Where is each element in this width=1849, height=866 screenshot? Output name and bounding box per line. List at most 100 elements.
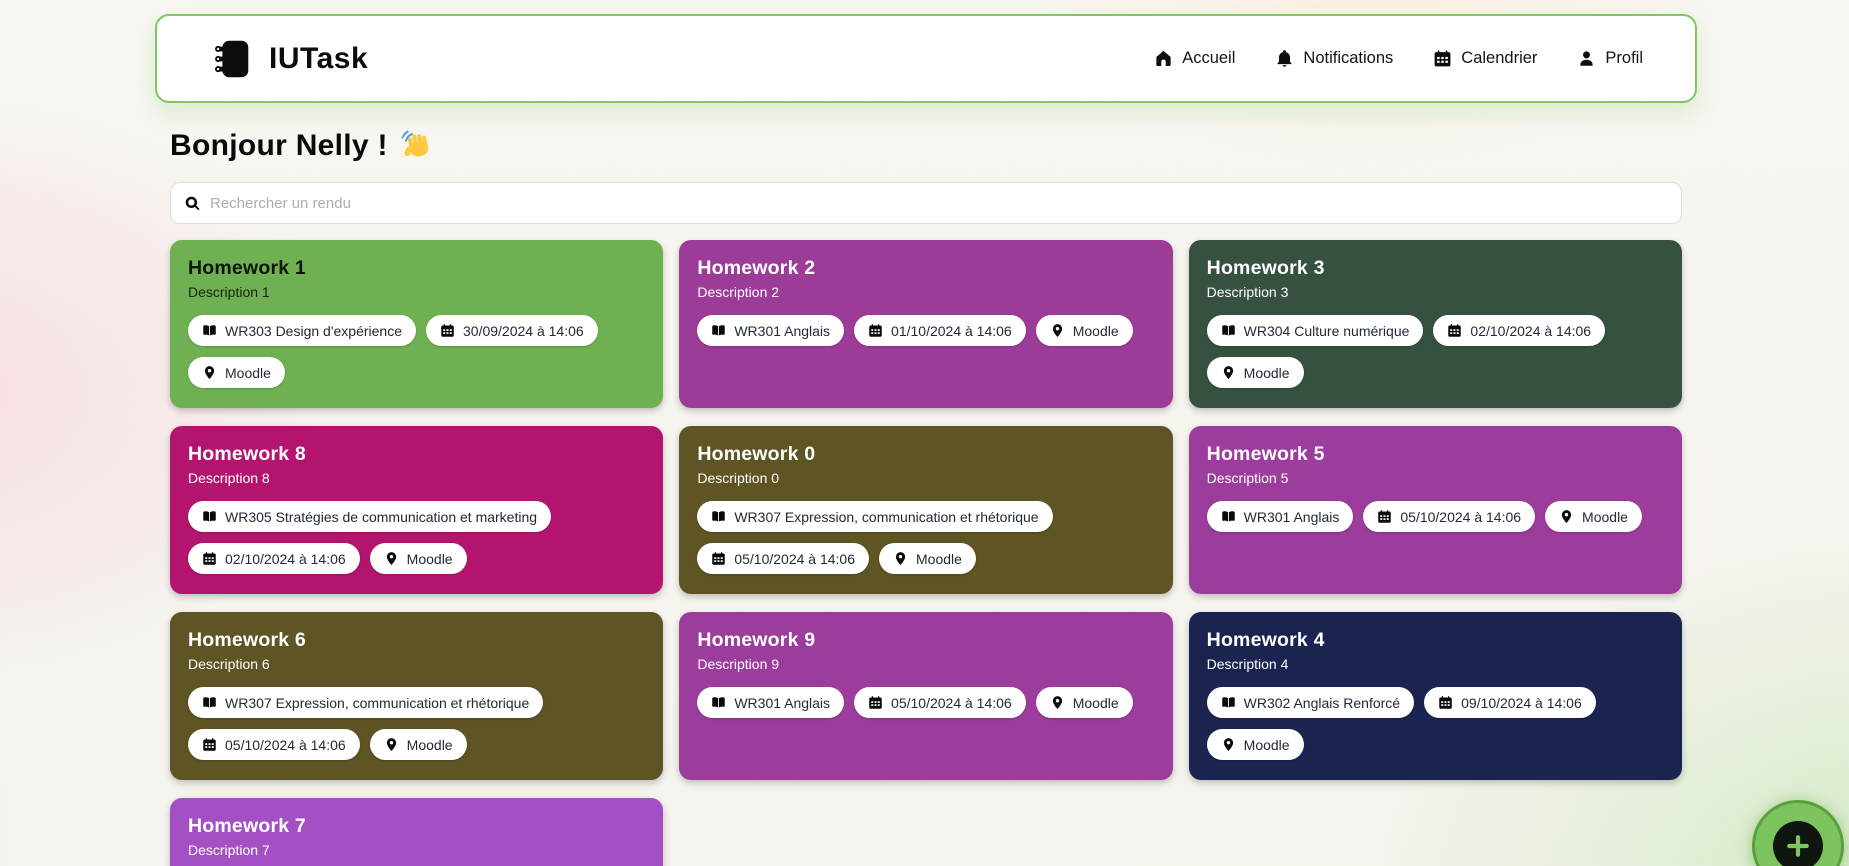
card-title: Homework 7 — [188, 815, 645, 838]
badge-label: WR301 Anglais — [734, 696, 830, 710]
badge-label: WR301 Anglais — [734, 324, 830, 338]
badge-label: 05/10/2024 à 14:06 — [1400, 510, 1521, 524]
calendar-icon — [711, 551, 726, 566]
badge: 05/10/2024 à 14:06 — [188, 729, 360, 760]
search-input[interactable] — [210, 195, 1668, 212]
badge-label: 09/10/2024 à 14:06 — [1461, 696, 1582, 710]
badge-label: 02/10/2024 à 14:06 — [225, 552, 346, 566]
badge: Moodle — [1036, 687, 1133, 718]
card-description: Description 8 — [188, 470, 645, 486]
bell-icon — [1275, 49, 1294, 68]
badge: WR301 Anglais — [697, 315, 844, 346]
badge: 30/09/2024 à 14:06 — [426, 315, 598, 346]
homework-card[interactable]: Homework 9 Description 9 WR301 Anglais 0… — [679, 612, 1172, 780]
badge-list: WR301 Anglais 05/10/2024 à 14:06 Moodle — [697, 687, 1154, 718]
badge-list: WR304 Culture numérique 02/10/2024 à 14:… — [1207, 315, 1664, 388]
header: IUTask Accueil Notifications Calendrier … — [155, 14, 1697, 103]
homework-card[interactable]: Homework 4 Description 4 WR302 Anglais R… — [1189, 612, 1682, 780]
calendar-icon — [868, 323, 883, 338]
nav-label: Notifications — [1303, 49, 1393, 68]
badge: WR301 Anglais — [697, 687, 844, 718]
card-title: Homework 3 — [1207, 257, 1664, 280]
badge: WR305 Stratégies de communication et mar… — [188, 501, 551, 532]
homework-card[interactable]: Homework 1 Description 1 WR303 Design d'… — [170, 240, 663, 408]
page: IUTask Accueil Notifications Calendrier … — [0, 0, 1849, 866]
greeting: Bonjour Nelly ! — [170, 129, 1682, 163]
badge: WR302 Anglais Renforcé — [1207, 687, 1414, 718]
pin-icon — [893, 551, 908, 566]
badge-list: WR303 Design d'expérience 30/09/2024 à 1… — [188, 315, 645, 388]
badge: WR303 Design d'expérience — [188, 315, 416, 346]
badge: Moodle — [370, 729, 467, 760]
card-title: Homework 5 — [1207, 443, 1664, 466]
homework-card[interactable]: Homework 5 Description 5 WR301 Anglais 0… — [1189, 426, 1682, 594]
badge-list: WR305 Stratégies de communication et mar… — [188, 501, 645, 574]
homework-card[interactable]: Homework 8 Description 8 WR305 Stratégie… — [170, 426, 663, 594]
calendar-icon — [440, 323, 455, 338]
badge-label: 05/10/2024 à 14:06 — [734, 552, 855, 566]
badge-label: Moodle — [1073, 696, 1119, 710]
card-title: Homework 6 — [188, 629, 645, 652]
nav-item-notifications[interactable]: Notifications — [1275, 49, 1393, 68]
badge: Moodle — [1036, 315, 1133, 346]
badge-label: WR307 Expression, communication et rhéto… — [225, 696, 529, 710]
nav-label: Calendrier — [1461, 49, 1537, 68]
cards-grid: Homework 1 Description 1 WR303 Design d'… — [170, 240, 1682, 866]
badge: WR307 Expression, communication et rhéto… — [697, 501, 1052, 532]
badge-label: 05/10/2024 à 14:06 — [891, 696, 1012, 710]
calendar-icon — [1447, 323, 1462, 338]
book-icon — [711, 695, 726, 710]
card-description: Description 6 — [188, 656, 645, 672]
card-description: Description 7 — [188, 842, 645, 858]
badge-label: WR303 Design d'expérience — [225, 324, 402, 338]
badge-label: Moodle — [225, 366, 271, 380]
card-title: Homework 1 — [188, 257, 645, 280]
badge-list: WR302 Anglais Renforcé 09/10/2024 à 14:0… — [1207, 687, 1664, 760]
nav-item-accueil[interactable]: Accueil — [1154, 49, 1235, 68]
badge: Moodle — [1207, 729, 1304, 760]
card-description: Description 5 — [1207, 470, 1664, 486]
card-description: Description 0 — [697, 470, 1154, 486]
badge-list: WR307 Expression, communication et rhéto… — [697, 501, 1154, 574]
waving-hand-emoji — [400, 129, 434, 163]
homework-card[interactable]: Homework 7 Description 7 — [170, 798, 663, 866]
homework-card[interactable]: Homework 3 Description 3 WR304 Culture n… — [1189, 240, 1682, 408]
homework-card[interactable]: Homework 6 Description 6 WR307 Expressio… — [170, 612, 663, 780]
nav-label: Profil — [1605, 49, 1643, 68]
pin-icon — [1221, 737, 1236, 752]
badge-label: Moodle — [916, 552, 962, 566]
search-bar — [170, 182, 1682, 224]
nav-item-profil[interactable]: Profil — [1577, 49, 1643, 68]
badge-list: WR301 Anglais 05/10/2024 à 14:06 Moodle — [1207, 501, 1664, 532]
badge: Moodle — [1545, 501, 1642, 532]
book-icon — [1221, 323, 1236, 338]
badge: 02/10/2024 à 14:06 — [1433, 315, 1605, 346]
book-icon — [202, 323, 217, 338]
badge: Moodle — [188, 357, 285, 388]
card-title: Homework 8 — [188, 443, 645, 466]
badge-label: WR304 Culture numérique — [1244, 324, 1410, 338]
logo[interactable]: IUTask — [209, 36, 368, 82]
homework-card[interactable]: Homework 2 Description 2 WR301 Anglais 0… — [679, 240, 1172, 408]
book-icon — [711, 509, 726, 524]
badge-label: 05/10/2024 à 14:06 — [225, 738, 346, 752]
nav-item-calendrier[interactable]: Calendrier — [1433, 49, 1537, 68]
nav-label: Accueil — [1182, 49, 1235, 68]
badge: Moodle — [1207, 357, 1304, 388]
card-title: Homework 4 — [1207, 629, 1664, 652]
calendar-icon — [202, 551, 217, 566]
card-title: Homework 2 — [697, 257, 1154, 280]
card-description: Description 1 — [188, 284, 645, 300]
badge: Moodle — [879, 543, 976, 574]
calendar-icon — [1438, 695, 1453, 710]
pin-icon — [202, 365, 217, 380]
book-icon — [202, 695, 217, 710]
homework-card[interactable]: Homework 0 Description 0 WR307 Expressio… — [679, 426, 1172, 594]
badge-label: Moodle — [1244, 366, 1290, 380]
plus-icon — [1773, 821, 1823, 866]
card-description: Description 9 — [697, 656, 1154, 672]
badge-label: 01/10/2024 à 14:06 — [891, 324, 1012, 338]
card-description: Description 4 — [1207, 656, 1664, 672]
badge: Moodle — [370, 543, 467, 574]
pin-icon — [1559, 509, 1574, 524]
